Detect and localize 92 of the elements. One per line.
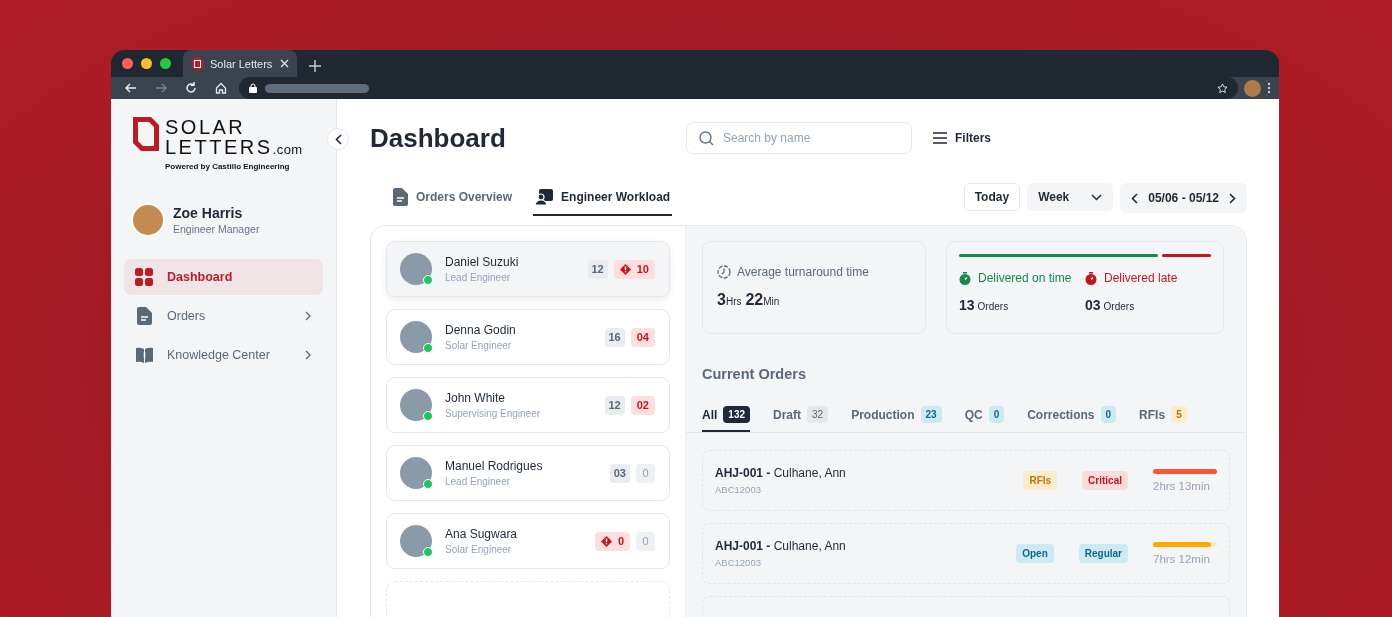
status-tag: RFIs [1023,471,1058,490]
period-dropdown[interactable]: Week [1027,183,1114,211]
avatar-placeholder [400,525,432,557]
alert-icon [619,263,631,275]
search-field[interactable]: Search by name [686,122,912,154]
user-avatar [131,203,165,237]
avatar-placeholder [400,321,432,353]
document-icon [136,307,152,325]
delivery-label: Delivered late [1104,271,1178,285]
minimize-window-dot[interactable] [141,58,152,69]
grid-icon [135,268,153,286]
order-filter-tab[interactable]: All 132 [702,399,751,432]
engineer-card[interactable]: Manuel Rodrigues Lead Engineer 03 0 [386,445,670,501]
plus-icon[interactable] [309,60,321,72]
order-code: ABC12003 [715,484,762,495]
status-tag: Open [1016,544,1054,563]
engineer-card[interactable]: Ana Sugwara Solar Engineer 0 0 [386,513,670,569]
count-badge: 0 [636,531,655,551]
count-badge: 10 [613,259,655,279]
order-filter-tab[interactable]: Draft 32 [773,399,829,432]
previous-icon[interactable] [1131,192,1139,204]
profile-avatar[interactable] [1244,79,1261,97]
turnaround-value: 3Hrs 22Min [717,291,781,309]
favicon-icon [191,57,204,70]
browser-tab[interactable]: Solar Letters [183,50,297,77]
person-card-icon [535,189,554,205]
close-icon[interactable] [280,59,289,68]
book-icon [135,347,153,363]
avatar-placeholder [400,389,432,421]
engineer-card[interactable]: Denna Godin Solar Engineer 16 04 [386,309,670,365]
star-icon[interactable] [1217,82,1228,94]
turnaround-label: Average turnaround time [737,265,869,279]
chevron-down-icon [1091,193,1103,201]
progress-bar [1153,469,1217,474]
order-filter-tab[interactable]: RFIs 5 [1139,399,1187,432]
alert-icon [600,535,612,547]
order-filter-tab[interactable]: Corrections 0 [1027,399,1117,432]
count-badge: 12 [587,259,608,279]
stopwatch-icon [1085,271,1097,285]
lock-icon [249,83,257,93]
logo-mark-icon [133,117,159,151]
time-remaining: 2hrs 13min [1153,480,1211,492]
maximize-window-dot[interactable] [160,58,171,69]
document-icon [393,188,408,206]
avatar-placeholder [400,253,432,285]
user-name: Zoe Harris [173,205,244,221]
stopwatch-icon [959,271,971,285]
menu-icon [933,132,947,144]
engineer-card[interactable]: Daniel Suzuki Lead Engineer 12 10 [386,241,670,297]
count-badge: 16 [604,327,625,347]
chevron-left-icon [334,133,342,145]
engineer-card[interactable]: John White Supervising Engineer 12 02 [386,377,670,433]
logo-tagline: Powered by Castillo Engineering [165,162,291,171]
nav-item[interactable]: Dashboard [124,259,323,295]
filters-button[interactable]: Filters [927,130,997,146]
status-tag: Regular [1078,544,1128,563]
close-window-dot[interactable] [122,58,133,69]
order-title: AHJ-001 - Culhane, Ann [715,539,847,553]
clock-icon [717,265,731,279]
view-tab[interactable]: Engineer Workload [533,180,673,216]
date-range: 05/06 - 05/12 [1148,191,1219,205]
count-badge: 0 [594,531,630,551]
nav-item[interactable]: Knowledge Center [124,337,323,373]
order-title: AHJ-001 - Culhane, Ann [715,466,847,480]
logo-wordmark: SOLAR [165,117,247,137]
order-filter-tab[interactable]: Production 23 [851,399,942,432]
status-tag: Critical [1082,471,1128,490]
count-badge: 0 [636,463,655,483]
time-remaining: 7hrs 12min [1153,553,1211,565]
view-tab[interactable]: Orders Overview [391,180,515,216]
count-badge: 12 [604,395,625,415]
collapse-sidebar-button[interactable] [327,128,349,150]
delivery-count: 13 Orders [959,297,1010,313]
count-badge: 03 [609,463,630,483]
nav-item[interactable]: Orders [124,298,323,334]
page-title: Dashboard [370,122,507,154]
delivery-count: 03 Orders [1085,297,1136,313]
count-badge: 04 [630,327,655,347]
more-menu-icon[interactable] [1267,82,1271,94]
logo-wordmark: LETTERS.com [165,137,303,160]
user-role: Engineer Manager [173,223,260,235]
order-row[interactable]: AHJ-001 - Culhane, Ann ABC12003 RFIs Critical 2hrs 13min [702,450,1230,511]
next-icon[interactable] [1229,192,1236,204]
order-row[interactable]: AHJ-001 - Culhane, Ann ABC12003 Open Regular 7hrs 12min [702,523,1230,584]
delivery-label: Delivered on time [978,271,1072,285]
avatar-placeholder [400,457,432,489]
section-title: Current Orders [702,366,807,382]
today-button[interactable]: Today [963,183,1021,211]
order-code: ABC12003 [715,557,762,568]
order-filter-tab[interactable]: QC 0 [964,399,1005,432]
progress-bar [1153,542,1217,547]
count-badge: 02 [630,395,655,415]
